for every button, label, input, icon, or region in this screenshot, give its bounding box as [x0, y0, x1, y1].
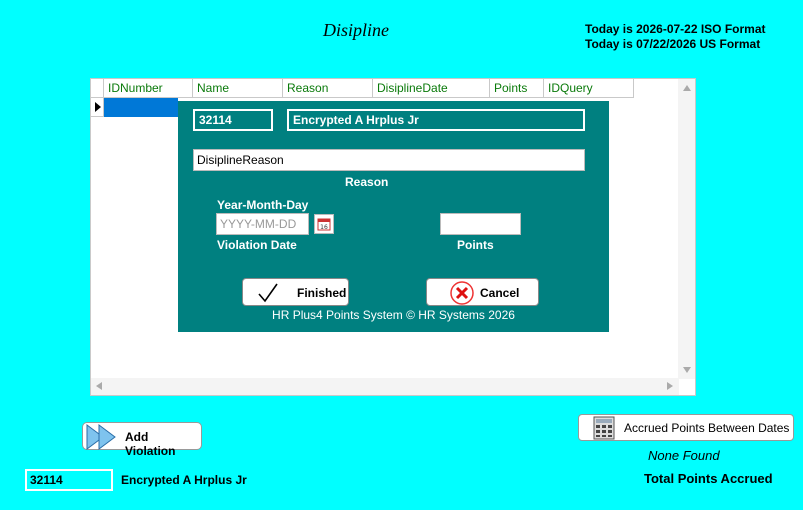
column-header-idnumber[interactable]: IDNumber — [104, 79, 193, 98]
points-label: Points — [457, 238, 494, 252]
finished-button[interactable]: Finished — [242, 278, 349, 306]
double-arrow-icon — [86, 424, 116, 450]
calculator-icon — [593, 416, 615, 440]
selected-cell[interactable] — [104, 98, 178, 117]
add-violation-dialog: 32114 Encrypted A Hrplus Jr DisiplineRea… — [178, 101, 609, 332]
header-corner — [91, 79, 104, 98]
scroll-up-icon[interactable] — [683, 85, 691, 91]
date-format-label: Year-Month-Day — [217, 198, 309, 212]
svg-text:16: 16 — [320, 224, 328, 231]
accrued-points-label: Accrued Points Between Dates — [624, 421, 790, 435]
today-info: Today is 2026-07-22 ISO Format Today is … — [585, 22, 766, 52]
column-header-name[interactable]: Name — [193, 79, 283, 98]
dialog-name-field[interactable]: Encrypted A Hrplus Jr — [287, 109, 585, 131]
accrued-points-button[interactable]: Accrued Points Between Dates — [578, 414, 794, 441]
calendar-icon[interactable]: 16 — [314, 214, 334, 234]
points-input[interactable] — [440, 213, 521, 235]
employee-name: Encrypted A Hrplus Jr — [121, 473, 247, 487]
reason-label: Reason — [345, 175, 389, 189]
cancel-label: Cancel — [480, 286, 520, 300]
dialog-id-field[interactable]: 32114 — [193, 109, 273, 131]
horizontal-scrollbar[interactable] — [91, 378, 679, 395]
add-violation-label: Add Violation — [125, 430, 176, 458]
add-violation-button[interactable]: Add Violation — [82, 422, 202, 458]
today-us: Today is 07/22/2026 US Format — [585, 37, 761, 51]
violation-date-label: Violation Date — [217, 238, 297, 252]
employee-id-field[interactable]: 32114 — [25, 469, 113, 491]
column-header-idquery[interactable]: IDQuery — [544, 79, 634, 98]
vertical-scrollbar[interactable] — [678, 79, 695, 379]
grid-header: IDNumber Name Reason DisiplineDate Point… — [91, 79, 634, 98]
today-iso: Today is 2026-07-22 ISO Format — [585, 22, 766, 36]
cancel-button[interactable]: Cancel — [426, 278, 539, 306]
column-header-disiplinedate[interactable]: DisiplineDate — [373, 79, 490, 98]
column-header-reason[interactable]: Reason — [283, 79, 373, 98]
violation-date-input[interactable]: YYYY-MM-DD — [216, 213, 309, 235]
finished-label: Finished — [297, 286, 347, 300]
dialog-footer: HR Plus4 Points System © HR Systems 2026 — [272, 308, 515, 322]
cancel-x-icon — [450, 281, 474, 305]
none-found-text: None Found — [648, 448, 720, 463]
total-points-label: Total Points Accrued — [644, 471, 773, 486]
reason-input[interactable]: DisiplineReason — [193, 149, 585, 171]
scroll-left-icon[interactable] — [96, 382, 102, 390]
checkmark-icon — [258, 283, 278, 303]
scroll-right-icon[interactable] — [667, 382, 673, 390]
column-header-points[interactable]: Points — [490, 79, 544, 98]
scroll-down-icon[interactable] — [683, 367, 691, 373]
row-selector[interactable] — [91, 98, 104, 117]
